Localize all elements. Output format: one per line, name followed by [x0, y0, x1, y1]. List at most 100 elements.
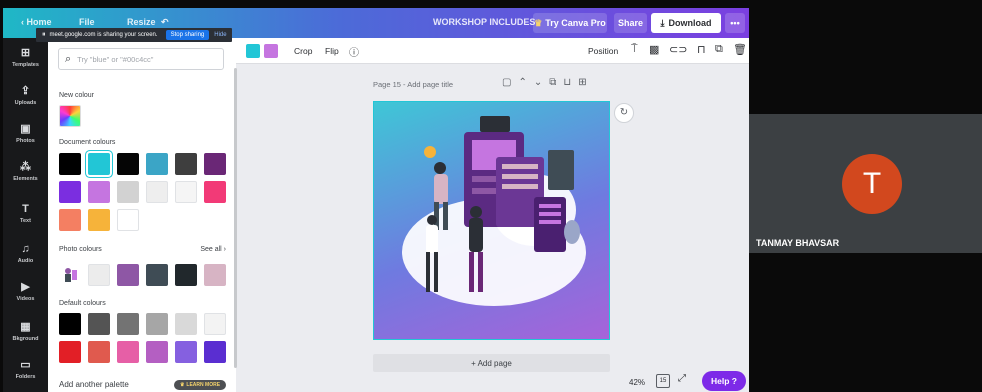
- colour-swatch[interactable]: [88, 341, 110, 363]
- page-count-icon[interactable]: 15: [656, 374, 670, 388]
- undo-icon[interactable]: ↶: [161, 17, 169, 28]
- colour-swatch[interactable]: [117, 264, 139, 286]
- sidebar-item-folders[interactable]: ▭ Folders: [3, 358, 48, 380]
- document-colours-label: Document colours: [59, 139, 116, 146]
- sidebar-item-text[interactable]: T Text: [3, 202, 48, 224]
- design-canvas[interactable]: [373, 101, 610, 340]
- help-button[interactable]: Help ?: [702, 371, 746, 391]
- sidebar-label: Videos: [16, 296, 35, 302]
- colour-swatch[interactable]: [204, 264, 226, 286]
- sidebar-item-audio[interactable]: ♫ Audio: [3, 242, 48, 264]
- colour-swatch[interactable]: [146, 153, 168, 175]
- colour-swatch[interactable]: [146, 313, 168, 335]
- colour-swatch[interactable]: [175, 313, 197, 335]
- chevron-down-icon[interactable]: ⌄: [534, 77, 549, 88]
- colour-swatch[interactable]: [146, 264, 168, 286]
- colour-swatch[interactable]: [88, 313, 110, 335]
- colour-search-input[interactable]: ⌕ Try "blue" or "#00c4cc": [58, 48, 224, 70]
- transparency-icon[interactable]: ▩: [649, 43, 659, 56]
- hide-banner-button[interactable]: Hide: [214, 32, 226, 38]
- resize-button[interactable]: Resize: [127, 17, 156, 27]
- colour-swatch[interactable]: [59, 313, 81, 335]
- sidebar-label: Templates: [12, 62, 39, 68]
- see-all-link[interactable]: See all ›: [200, 246, 226, 253]
- colour-swatch[interactable]: [175, 341, 197, 363]
- duplicate-icon[interactable]: ⧉: [715, 43, 723, 56]
- sidebar-item-templates[interactable]: ⊞ Templates: [3, 46, 48, 68]
- colour-swatch[interactable]: [146, 181, 168, 203]
- colour-swatch[interactable]: [117, 313, 139, 335]
- colour-swatch[interactable]: [204, 181, 226, 203]
- colour-swatch[interactable]: [59, 153, 81, 175]
- colour-swatch[interactable]: [204, 313, 226, 335]
- position-button[interactable]: Position: [588, 46, 618, 56]
- zoom-level[interactable]: 42%: [629, 378, 645, 387]
- paint-roller-icon[interactable]: ⍑: [631, 43, 638, 56]
- learn-more-label: LEARN MORE: [186, 382, 221, 388]
- colour-swatch[interactable]: [88, 264, 110, 286]
- crown-icon: ♛: [179, 382, 185, 388]
- colour-swatch[interactable]: [88, 153, 110, 175]
- colour-swatch[interactable]: [117, 181, 139, 203]
- colour-swatch[interactable]: [88, 181, 110, 203]
- colour-swatch[interactable]: [204, 341, 226, 363]
- colour-swatch[interactable]: [59, 341, 81, 363]
- delete-page-icon[interactable]: ⊔: [563, 77, 578, 88]
- canva-window: ‹ Home File Resize ↶ WORKSHOP INCLUDES ♛…: [3, 8, 749, 392]
- home-button[interactable]: ‹ Home: [21, 17, 52, 27]
- colour-swatch[interactable]: [117, 153, 139, 175]
- add-page-button[interactable]: + Add page: [373, 354, 610, 372]
- colour-swatch[interactable]: [117, 341, 139, 363]
- more-button[interactable]: •••: [725, 13, 745, 33]
- try-canva-pro-button[interactable]: ♛ Try Canva Pro: [533, 13, 607, 33]
- colour-swatch[interactable]: [175, 153, 197, 175]
- colour-swatch[interactable]: [59, 209, 81, 231]
- stop-sharing-button[interactable]: Stop sharing: [165, 30, 210, 40]
- sidebar-item-uploads[interactable]: ⇪ Uploads: [3, 84, 48, 106]
- copy-page-icon[interactable]: ⧉: [549, 77, 563, 88]
- file-menu[interactable]: File: [79, 17, 95, 27]
- default-colours-label: Default colours: [59, 300, 106, 307]
- templates-icon: ⊞: [20, 47, 31, 59]
- refresh-icon[interactable]: ↻: [614, 103, 634, 123]
- left-sidebar: ⊞ Templates ⇪ Uploads ▣ Photos ⁂ Elements TT…: [3, 38, 48, 392]
- learn-more-button[interactable]: ♛ LEARN MORE: [174, 380, 226, 390]
- fullscreen-icon[interactable]: ⤢: [678, 373, 686, 384]
- colour-swatch[interactable]: [59, 181, 81, 203]
- colour-swatch[interactable]: [88, 209, 110, 231]
- sidebar-label: Photos: [16, 138, 35, 144]
- colour-swatch[interactable]: [117, 209, 139, 231]
- photo-thumbnail[interactable]: [59, 264, 81, 286]
- info-icon[interactable]: ⓘ: [349, 44, 359, 59]
- page-title[interactable]: Page 15 - Add page title: [373, 80, 453, 89]
- toolbar-colour-1[interactable]: [246, 44, 260, 58]
- note-icon[interactable]: ▢: [502, 77, 518, 88]
- colour-swatch[interactable]: [175, 181, 197, 203]
- page-actions: ▢⌃⌄⧉⊔⊞: [502, 77, 594, 88]
- lock-icon[interactable]: ⊓: [697, 43, 706, 56]
- see-all-label: See all: [200, 246, 222, 253]
- toolbar-colour-2[interactable]: [264, 44, 278, 58]
- link-icon[interactable]: ⊂⊃: [669, 43, 687, 56]
- colour-swatch[interactable]: [175, 264, 197, 286]
- sidebar-item-photos[interactable]: ▣ Photos: [3, 122, 48, 144]
- pause-icon: ⏸: [42, 31, 46, 38]
- participant-tile: T TANMAY BHAVSAR: [749, 114, 982, 253]
- trash-icon[interactable]: 🗑: [733, 43, 747, 56]
- download-button[interactable]: ⤓ Download: [651, 13, 721, 33]
- sidebar-item-videos[interactable]: ▶ Videos: [3, 280, 48, 302]
- colour-swatch[interactable]: [146, 341, 168, 363]
- sidebar-item-background[interactable]: ▦ Bkground: [3, 320, 48, 342]
- add-page-icon[interactable]: ⊞: [578, 77, 593, 88]
- share-button[interactable]: Share: [614, 13, 647, 33]
- sidebar-item-elements[interactable]: ⁂ Elements: [3, 160, 48, 182]
- colour-panel: ⌕ Try "blue" or "#00c4cc" New colour Doc…: [48, 38, 237, 392]
- workshop-title[interactable]: WORKSHOP INCLUDES: [433, 17, 535, 27]
- flip-button[interactable]: Flip: [325, 46, 339, 56]
- crop-button[interactable]: Crop: [294, 46, 312, 56]
- new-colour-picker-icon[interactable]: [59, 105, 81, 127]
- chevron-up-icon[interactable]: ⌃: [518, 77, 533, 88]
- sidebar-label: Folders: [15, 374, 36, 380]
- colour-swatch[interactable]: [204, 153, 226, 175]
- add-palette-label[interactable]: Add another palette: [59, 380, 129, 389]
